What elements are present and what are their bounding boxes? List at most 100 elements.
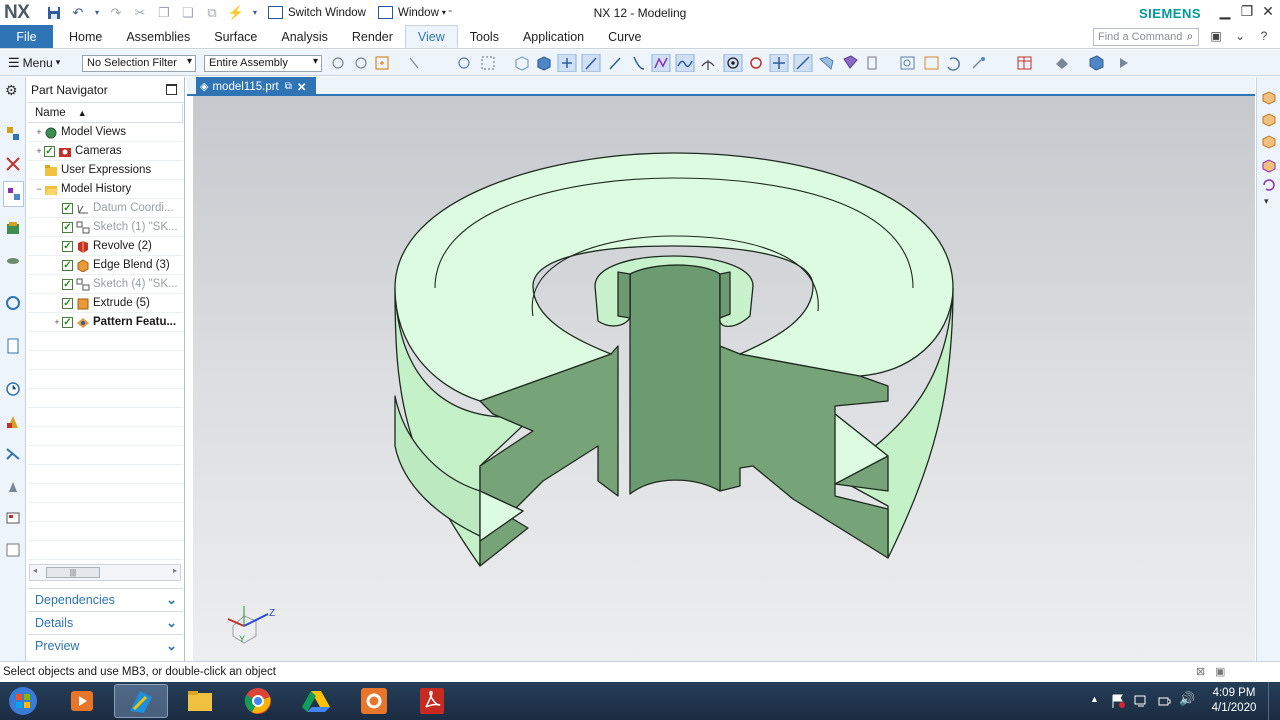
dependencies-panel[interactable]: Dependencies ⌄ [28, 588, 183, 610]
taskbar-acrobat[interactable] [405, 684, 459, 718]
scroll-left-icon[interactable]: ◂ [33, 566, 37, 575]
tab-home[interactable]: Home [53, 25, 114, 48]
graphics-window[interactable]: Z Y [193, 96, 1255, 661]
ribbon-options-icon[interactable]: ▣ [1208, 29, 1224, 45]
repeat-dropdown-icon[interactable]: ▾ [251, 4, 259, 22]
history-palette-icon[interactable] [5, 542, 21, 558]
tab-model115[interactable]: ◈ model115.prt ⧉ ✕ [196, 77, 316, 96]
visibility-checkbox[interactable]: ✓ [62, 202, 73, 214]
part-navigator-tab[interactable] [3, 181, 24, 207]
window-menu-button[interactable]: Window ▾ ⁼ [377, 6, 452, 19]
history-icon[interactable] [5, 338, 21, 354]
tree-row-user-expressions[interactable]: User Expressions [28, 161, 183, 180]
status-window-icon[interactable]: ▣ [1215, 665, 1225, 678]
constraint-navigator-icon[interactable] [5, 156, 21, 172]
start-button[interactable] [2, 684, 44, 718]
scrollbar-thumb[interactable]: ||| [46, 567, 100, 578]
tab-curve[interactable]: Curve [596, 25, 653, 48]
tree-row-model-views[interactable]: + Model Views [28, 123, 183, 142]
details-panel[interactable]: Details ⌄ [28, 611, 183, 633]
expand-toggle-icon[interactable]: + [34, 146, 44, 156]
taskbar-nx[interactable] [114, 684, 168, 718]
paste-icon[interactable]: ❏ [179, 4, 197, 22]
tree-row-cameras[interactable]: + ✓ Cameras [28, 142, 183, 161]
name-column-header[interactable]: Name ▲ [28, 104, 183, 123]
scope-select[interactable]: Entire Assembly [204, 55, 322, 72]
reuse-library-icon[interactable] [5, 220, 21, 236]
visibility-checkbox[interactable]: ✓ [62, 221, 73, 233]
repeat-command-icon[interactable]: ⚡ [227, 4, 245, 22]
maximize-icon[interactable] [166, 84, 177, 95]
tab-render[interactable]: Render [340, 25, 405, 48]
expand-toggle-icon[interactable]: + [34, 127, 44, 137]
minimize-icon[interactable]: ▁ [1214, 3, 1236, 20]
preview-panel[interactable]: Preview ⌄ [28, 634, 183, 656]
navigator-horizontal-scrollbar[interactable]: ◂ ||| ▸ [29, 564, 181, 581]
taskbar-explorer[interactable] [173, 684, 227, 718]
help-icon[interactable]: ? [1256, 29, 1272, 45]
assembly-navigator-icon[interactable] [5, 125, 21, 141]
undo-dropdown-icon[interactable]: ▾ [93, 4, 101, 22]
tab-view[interactable]: View [404, 25, 458, 48]
tab-analysis[interactable]: Analysis [269, 25, 340, 48]
visibility-checkbox[interactable]: ✓ [62, 278, 73, 290]
menu-button[interactable]: ☰ Menu ▾ [8, 55, 60, 71]
switch-window-button[interactable]: Switch Window [268, 6, 366, 19]
visibility-checkbox[interactable]: ✓ [62, 240, 73, 252]
process-studio-icon[interactable] [5, 446, 21, 462]
network-icon[interactable] [1133, 693, 1149, 709]
close-tab-icon[interactable]: ✕ [297, 80, 307, 94]
pulley-model[interactable] [193, 96, 1255, 661]
hd3d-tools-icon[interactable] [5, 252, 21, 268]
visibility-checkbox[interactable]: ✓ [44, 145, 55, 157]
tree-row-edge-blend-3[interactable]: ✓ Edge Blend (3) [28, 256, 183, 275]
taskbar-orange-app[interactable] [347, 684, 401, 718]
system-materials-icon[interactable] [5, 414, 21, 430]
tree-row-extrude-5[interactable]: ✓ Extrude (5) [28, 294, 183, 313]
power-icon[interactable] [1156, 693, 1172, 709]
copy-icon[interactable]: ❐ [155, 4, 173, 22]
restore-icon[interactable]: ❐ [1236, 3, 1258, 20]
view-orientation-icons[interactable] [1261, 89, 1277, 199]
tree-row-revolve-2[interactable]: ✓ Revolve (2) [28, 237, 183, 256]
roles-icon[interactable] [5, 510, 21, 526]
search-icon[interactable]: ⌕ [1182, 29, 1198, 45]
taskbar-media-player[interactable] [55, 684, 109, 718]
action-center-icon[interactable] [1110, 693, 1126, 709]
taskbar-google-drive[interactable] [289, 684, 343, 718]
tree-row-sketch-1-sk[interactable]: ✓ Sketch (1) "SK... [28, 218, 183, 237]
expand-toggle-icon[interactable]: − [34, 184, 44, 194]
selection-tools-icons[interactable] [328, 54, 1158, 72]
undo-icon[interactable]: ↶ [69, 4, 87, 22]
save-icon[interactable] [45, 4, 63, 22]
taskbar-chrome[interactable] [231, 684, 285, 718]
tree-row-datum-coordi[interactable]: ✓ Datum Coordi... [28, 199, 183, 218]
more-icons-dropdown-icon[interactable]: ▾ [1264, 196, 1269, 207]
delete-icon[interactable]: ⧉ [203, 4, 221, 22]
tree-row-model-history[interactable]: − Model History [28, 180, 183, 199]
ribbon-collapse-icon[interactable]: ⌄ [1232, 29, 1248, 45]
tab-tools[interactable]: Tools [458, 25, 511, 48]
expand-toggle-icon[interactable]: + [52, 317, 62, 327]
scroll-right-icon[interactable]: ▸ [173, 566, 177, 575]
tab-surface[interactable]: Surface [202, 25, 269, 48]
volume-icon[interactable]: 🔊 [1179, 691, 1195, 707]
selection-filter-select[interactable]: No Selection Filter [82, 55, 196, 72]
show-hidden-icons-icon[interactable]: ▲ [1090, 694, 1099, 704]
visibility-checkbox[interactable]: ✓ [62, 297, 73, 309]
status-fullscreen-icon[interactable]: ⊠ [1196, 665, 1205, 678]
show-desktop-button[interactable] [1268, 682, 1280, 720]
clock-icon[interactable] [5, 381, 21, 397]
tree-row-pattern-featu[interactable]: + ✓ Pattern Featu... [28, 313, 183, 332]
tab-file[interactable]: File [0, 25, 53, 48]
close-icon[interactable]: ✕ [1257, 3, 1279, 20]
cut-icon[interactable]: ✂ [131, 4, 149, 22]
visibility-checkbox[interactable]: ✓ [62, 259, 73, 271]
visibility-checkbox[interactable]: ✓ [62, 316, 73, 328]
tree-row-sketch-4-sk[interactable]: ✓ Sketch (4) "SK... [28, 275, 183, 294]
web-browser-icon[interactable] [5, 295, 21, 311]
tab-application[interactable]: Application [511, 25, 596, 48]
settings-icon[interactable]: ⚙ [5, 82, 21, 98]
manufacturing-wizards-icon[interactable] [5, 478, 21, 494]
popout-icon[interactable]: ⧉ [285, 81, 292, 92]
